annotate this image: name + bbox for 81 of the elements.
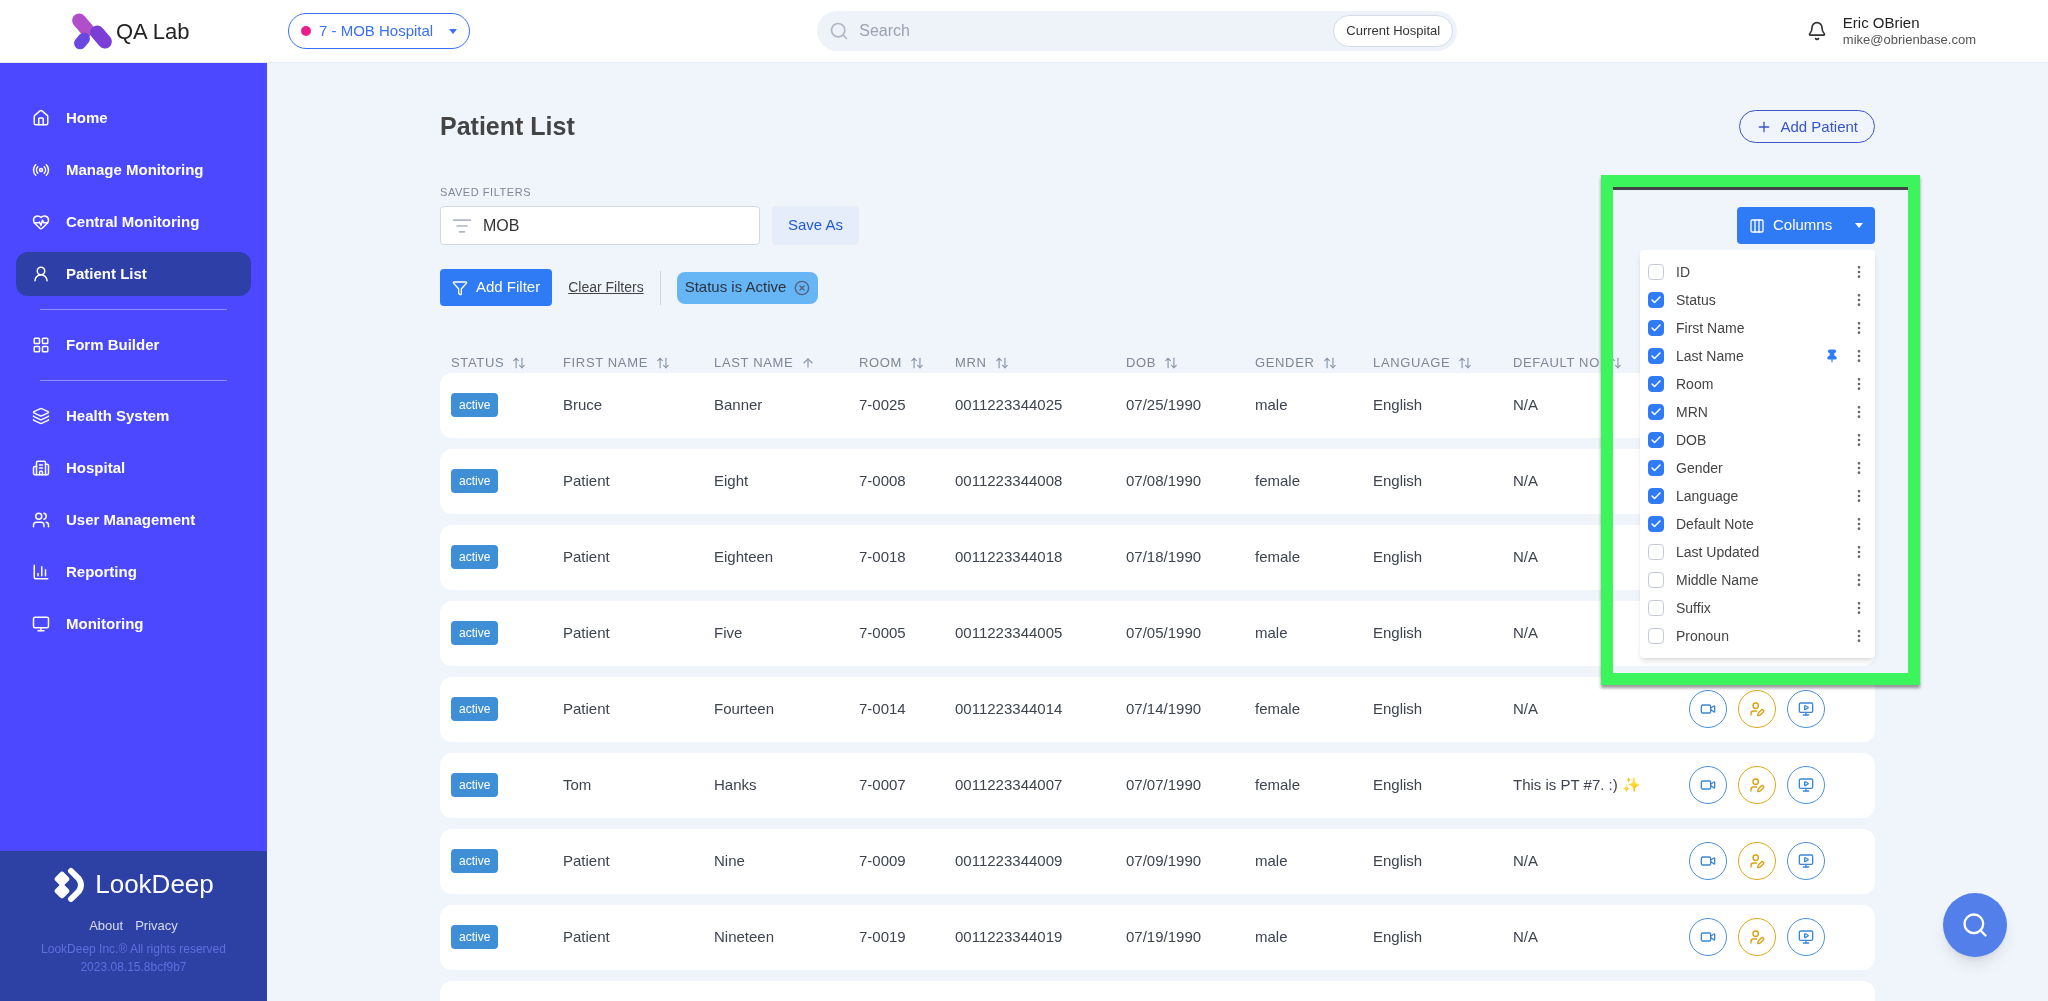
note-cell-text: N/A <box>1513 926 1538 947</box>
language-cell-text: English <box>1373 470 1423 491</box>
page-title: Patient List <box>440 111 575 142</box>
room-cell-text: 7-0014 <box>859 698 906 719</box>
language-cell-text: English <box>1373 622 1423 643</box>
dob-cell-text: 07/05/1990 <box>1126 622 1202 643</box>
mrn-cell-text: 0011223344008 <box>955 470 1063 491</box>
status-badge: active <box>451 849 499 873</box>
mrn-cell-text: 0011223344018 <box>955 546 1063 567</box>
dob-cell-text: 07/18/1990 <box>1126 546 1202 567</box>
note-cell-text: N/A <box>1513 546 1538 567</box>
dob-cell-text: 07/09/1990 <box>1126 850 1202 871</box>
brand-name: LookDeep <box>95 868 214 901</box>
first-name-cell-text: Patient <box>563 698 610 719</box>
first-name-cell-text: Patient <box>563 546 610 567</box>
language-cell-text: English <box>1373 546 1423 567</box>
gender-cell-text: female <box>1255 774 1301 795</box>
last-name-cell-text: Eight <box>714 470 749 491</box>
language-cell-text: English <box>1373 774 1423 795</box>
gender-cell-text: male <box>1255 926 1288 947</box>
first-name-cell-text: Patient <box>563 470 610 491</box>
status-badge: active <box>451 925 499 949</box>
first-name-cell-text: Patient <box>563 926 610 947</box>
room-cell-text: 7-0019 <box>859 926 906 947</box>
status-badge: active <box>451 621 499 645</box>
status-badge: active <box>451 545 499 569</box>
note-cell-text: N/A <box>1513 394 1538 415</box>
room-cell-text: 7-0005 <box>859 622 906 643</box>
note-cell-text: N/A <box>1513 470 1538 491</box>
last-name-cell-text: Fourteen <box>714 698 775 719</box>
dob-cell-text: 07/07/1990 <box>1126 774 1202 795</box>
copyright-text: LookDeep Inc.® All rights reserved <box>41 940 226 958</box>
note-cell-text: N/A <box>1513 698 1538 719</box>
user-email: mike@obrienbase.com <box>1842 32 1976 49</box>
gender-cell-text: female <box>1255 546 1301 567</box>
first-name-cell-text: Patient <box>563 850 610 871</box>
mrn-cell-text: 0011223344014 <box>955 698 1063 719</box>
note-cell-text: N/A <box>1513 850 1538 871</box>
dob-cell-text: 07/14/1990 <box>1126 698 1202 719</box>
language-cell-text: English <box>1373 698 1423 719</box>
last-name-cell-text: Five <box>714 622 743 643</box>
status-badge: active <box>451 773 499 797</box>
version-text: 2023.08.15.8bcf9b7 <box>80 958 187 976</box>
mrn-cell-text: 0011223344009 <box>955 850 1063 871</box>
language-cell-text: English <box>1373 850 1423 871</box>
mrn-cell-text: 0011223344019 <box>955 926 1063 947</box>
first-name-cell-text: Tom <box>563 774 592 795</box>
last-name-cell-text: Eighteen <box>714 546 774 567</box>
dob-cell-text: 07/08/1990 <box>1126 470 1202 491</box>
gender-cell-text: male <box>1255 394 1288 415</box>
first-name-cell-text: Bruce <box>563 394 603 415</box>
room-cell-text: 7-0007 <box>859 774 906 795</box>
room-cell-text: 7-0009 <box>859 850 906 871</box>
room-cell-text: 7-0018 <box>859 546 906 567</box>
last-name-cell-text: Nineteen <box>714 926 775 947</box>
note-cell-text: N/A <box>1513 622 1538 643</box>
status-badge: active <box>451 697 499 721</box>
user-name: Eric OBrien <box>1842 13 1921 33</box>
dob-cell-text: 07/19/1990 <box>1126 926 1202 947</box>
room-cell-text: 7-0025 <box>859 394 906 415</box>
language-cell-text: English <box>1373 926 1423 947</box>
room-cell-text: 7-0008 <box>859 470 906 491</box>
saved-filters-label: SAVED FILTERS <box>440 184 533 200</box>
app-title: QA Lab <box>116 17 190 46</box>
mrn-cell-text: 0011223344005 <box>955 622 1063 643</box>
mrn-cell-text: 0011223344007 <box>955 774 1063 795</box>
last-name-cell-text: Banner <box>714 394 763 415</box>
gender-cell-text: female <box>1255 698 1301 719</box>
first-name-cell-text: Patient <box>563 622 610 643</box>
last-name-cell-text: Hanks <box>714 774 757 795</box>
chip-label: Status is Active <box>684 277 787 298</box>
last-name-cell-text: Nine <box>714 850 745 871</box>
dob-cell-text: 07/25/1990 <box>1126 394 1202 415</box>
language-cell-text: English <box>1373 394 1423 415</box>
gender-cell-text: male <box>1255 622 1288 643</box>
gender-cell-text: male <box>1255 850 1288 871</box>
status-badge: active <box>451 393 499 417</box>
mrn-cell-text: 0011223344025 <box>955 394 1063 415</box>
note-cell-text: This is PT #7. :) ✨ <box>1513 774 1641 795</box>
gender-cell-text: female <box>1255 470 1301 491</box>
status-badge: active <box>451 469 499 493</box>
